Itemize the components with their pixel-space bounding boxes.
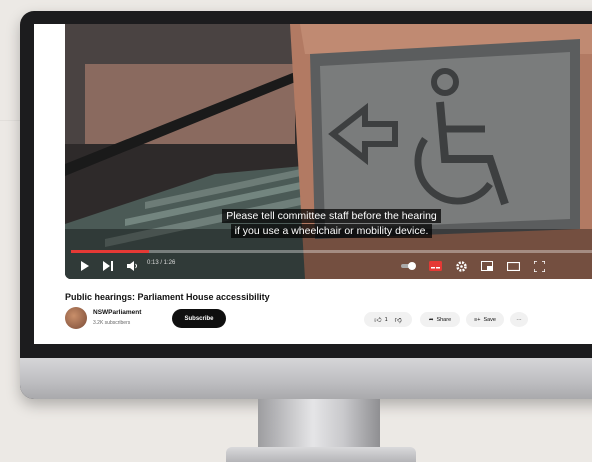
channel-name[interactable]: NSWParliament xyxy=(93,309,141,316)
save-button[interactable]: ≡+ Save xyxy=(466,312,504,327)
volume-icon[interactable] xyxy=(125,256,139,276)
subtitles-icon[interactable] xyxy=(427,256,443,276)
monitor-stand-base xyxy=(226,447,416,462)
thumbs-down-icon[interactable]: 👎︎ xyxy=(395,315,402,324)
share-button[interactable]: ➦ Share xyxy=(420,312,460,327)
autoplay-toggle-icon[interactable] xyxy=(400,256,418,276)
channel-avatar[interactable] xyxy=(65,307,87,329)
like-count: 1 xyxy=(384,316,388,323)
monitor-stand xyxy=(258,399,380,451)
caption-line-2: if you use a wheelchair or mobility devi… xyxy=(65,224,592,238)
video-title: Public hearings: Parliament House access… xyxy=(65,292,270,302)
save-playlist-icon: ≡+ xyxy=(474,316,481,323)
monitor-chin xyxy=(20,358,592,399)
player-controls: 0:13 / 1:26 xyxy=(65,256,592,276)
share-arrow-icon: ➦ xyxy=(428,316,434,323)
fullscreen-icon[interactable] xyxy=(531,256,547,276)
thumbs-up-icon[interactable]: 👍︎ xyxy=(374,315,381,324)
progress-fill xyxy=(71,250,150,253)
subscribe-button[interactable]: Subscribe xyxy=(172,309,226,328)
like-dislike-group: 👍︎ 1 👎︎ xyxy=(364,312,412,327)
more-icon: ··· xyxy=(516,316,522,323)
time-display: 0:13 / 1:26 xyxy=(147,260,176,266)
settings-gear-icon[interactable] xyxy=(453,256,469,276)
miniplayer-icon[interactable] xyxy=(479,256,495,276)
video-player[interactable]: Please tell committee staff before the h… xyxy=(65,24,592,279)
save-label: Save xyxy=(483,316,496,323)
video-frame xyxy=(65,24,592,279)
screen: Please tell committee staff before the h… xyxy=(34,24,592,344)
monitor-bezel xyxy=(20,344,592,358)
caption-line-1: Please tell committee staff before the h… xyxy=(65,209,592,223)
theater-mode-icon[interactable] xyxy=(505,256,521,276)
more-actions-button[interactable]: ··· xyxy=(510,312,528,327)
subscriber-count: 3.2K subscribers xyxy=(93,320,131,326)
next-icon[interactable] xyxy=(101,256,115,276)
share-label: Share xyxy=(436,316,452,323)
play-icon[interactable] xyxy=(77,256,91,276)
monitor: Please tell committee staff before the h… xyxy=(20,11,592,399)
progress-bar[interactable] xyxy=(71,250,592,253)
